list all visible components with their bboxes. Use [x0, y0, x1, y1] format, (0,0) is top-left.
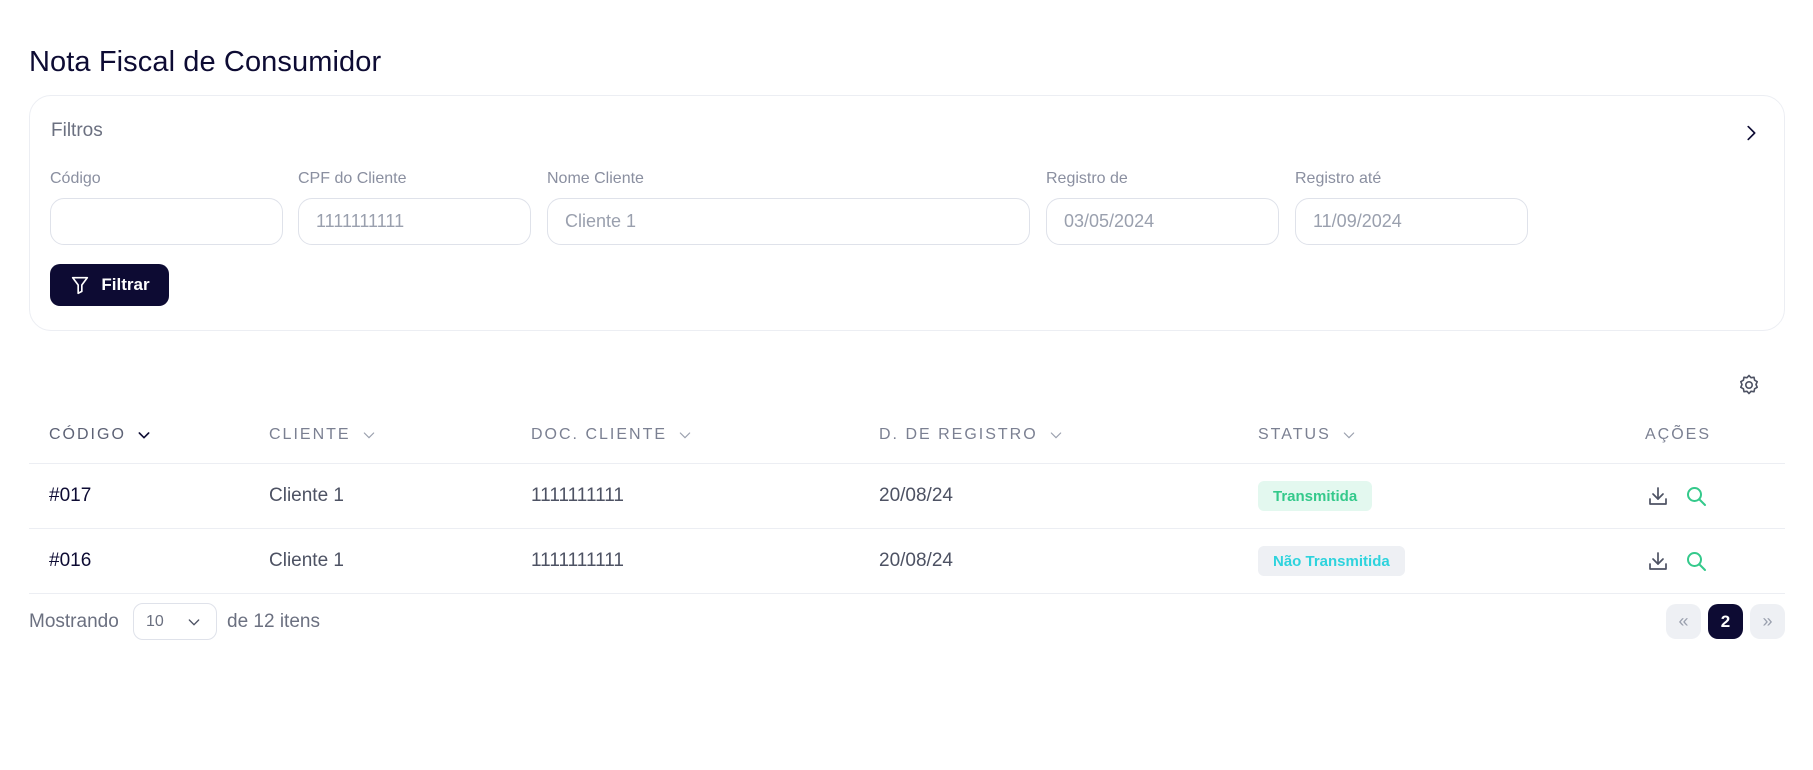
column-header-doc[interactable]: DOC. CLIENTE: [531, 426, 693, 444]
page-size-value: 10: [146, 612, 164, 630]
cell-client: Cliente 1: [269, 550, 344, 571]
prev-page-button[interactable]: «: [1666, 604, 1701, 639]
cpf-input[interactable]: [298, 198, 531, 245]
chevron-down-icon: [138, 432, 150, 439]
table-row[interactable]: #016 Cliente 1 1111111111 20/08/24 Não T…: [29, 529, 1785, 594]
funnel-icon: [72, 276, 89, 295]
showing-label: Mostrando: [29, 611, 119, 632]
page-title: Nota Fiscal de Consumidor: [29, 46, 382, 78]
chevron-down-icon: [1050, 432, 1061, 439]
table-header: CÓDIGO CLIENTE DOC. CLIENTE D. DE REGIST…: [29, 414, 1785, 464]
chevron-down-icon: [188, 618, 200, 626]
register-to-input[interactable]: [1295, 198, 1528, 245]
gear-icon[interactable]: [1737, 373, 1761, 397]
cell-code: #017: [49, 485, 92, 506]
total-items-label: de 12 itens: [227, 611, 320, 632]
chevron-down-icon: [1343, 432, 1355, 439]
code-field: Código: [50, 170, 283, 245]
register-to-label: Registro até: [1295, 170, 1382, 187]
register-from-field: Registro de: [1046, 170, 1279, 245]
status-badge: Transmitida: [1258, 481, 1373, 511]
client-name-field: Nome Cliente: [547, 170, 1030, 245]
status-badge: Não Transmitida: [1258, 546, 1405, 576]
column-header-status[interactable]: STATUS: [1258, 426, 1357, 444]
client-name-label: Nome Cliente: [547, 170, 644, 187]
chevron-down-icon: [363, 432, 374, 439]
current-page-button[interactable]: 2: [1708, 604, 1743, 639]
cell-register-date: 20/08/24: [879, 550, 953, 571]
download-icon[interactable]: [1646, 549, 1670, 573]
cpf-field: CPF do Cliente: [298, 170, 531, 245]
cell-client: Cliente 1: [269, 485, 344, 506]
register-from-label: Registro de: [1046, 170, 1128, 187]
page: Nota Fiscal de Consumidor Filtros Código…: [0, 0, 1813, 770]
filters-title: Filtros: [51, 120, 103, 141]
register-from-input[interactable]: [1046, 198, 1279, 245]
code-label: Código: [50, 170, 101, 187]
cell-doc: 1111111111: [531, 485, 624, 506]
page-size-select[interactable]: 10: [133, 603, 217, 640]
column-header-client[interactable]: CLIENTE: [269, 426, 377, 444]
search-icon[interactable]: [1684, 549, 1708, 573]
cell-code: #016: [49, 550, 92, 571]
filters-card: Filtros Código CPF do Cliente Nome Clien…: [29, 95, 1785, 331]
invoice-table: CÓDIGO CLIENTE DOC. CLIENTE D. DE REGIST…: [29, 414, 1785, 594]
cpf-label: CPF do Cliente: [298, 170, 407, 187]
pager: « 2 »: [1666, 604, 1785, 639]
code-input[interactable]: [50, 198, 283, 245]
cell-register-date: 20/08/24: [879, 485, 953, 506]
chevron-right-icon[interactable]: [1740, 122, 1762, 144]
next-page-button[interactable]: »: [1750, 604, 1785, 639]
search-icon[interactable]: [1684, 484, 1708, 508]
filter-button[interactable]: Filtrar: [50, 264, 169, 306]
pagination-footer: Mostrando 10 de 12 itens « 2 »: [29, 601, 1785, 641]
cell-doc: 1111111111: [531, 550, 624, 571]
client-name-input[interactable]: [547, 198, 1030, 245]
column-header-code[interactable]: CÓDIGO: [49, 426, 152, 444]
table-row[interactable]: #017 Cliente 1 1111111111 20/08/24 Trans…: [29, 464, 1785, 529]
filter-button-label: Filtrar: [101, 275, 150, 294]
download-icon[interactable]: [1646, 484, 1670, 508]
column-header-actions: AÇÕES: [1645, 426, 1712, 443]
chevron-down-icon: [679, 432, 691, 439]
column-header-register-date[interactable]: D. DE REGISTRO: [879, 426, 1064, 444]
register-to-field: Registro até: [1295, 170, 1528, 245]
